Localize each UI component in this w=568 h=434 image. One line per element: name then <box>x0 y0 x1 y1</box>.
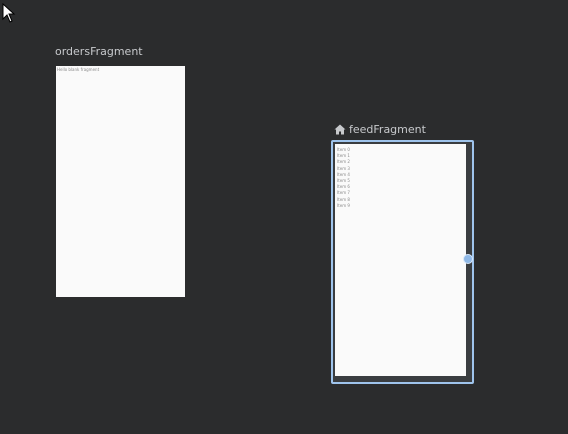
feed-fragment-destination[interactable]: Item 0 Item 1 Item 2 Item 3 Item 4 Item … <box>331 140 474 384</box>
feed-item-list: Item 0 Item 1 Item 2 Item 3 Item 4 Item … <box>337 147 350 209</box>
list-item: Item 8 <box>337 196 350 202</box>
list-item: Item 3 <box>337 165 350 171</box>
feed-fragment-preview: Item 0 Item 1 Item 2 Item 3 Item 4 Item … <box>335 144 466 376</box>
list-item: Item 7 <box>337 190 350 196</box>
list-item: Item 2 <box>337 159 350 165</box>
navigation-graph-canvas[interactable]: ordersFragment Hello blank fragment feed… <box>0 0 568 434</box>
feed-fragment-title: feedFragment <box>349 123 426 136</box>
arrow-cursor-icon <box>2 3 16 23</box>
orders-fragment-preview-text: Hello blank fragment <box>57 67 100 72</box>
action-connector-handle[interactable] <box>463 254 473 264</box>
orders-fragment-destination[interactable]: Hello blank fragment <box>56 66 185 297</box>
list-item: Item 9 <box>337 202 350 208</box>
feed-fragment-header: feedFragment <box>334 123 426 136</box>
orders-fragment-title: ordersFragment <box>55 45 143 58</box>
home-icon <box>334 124 346 135</box>
